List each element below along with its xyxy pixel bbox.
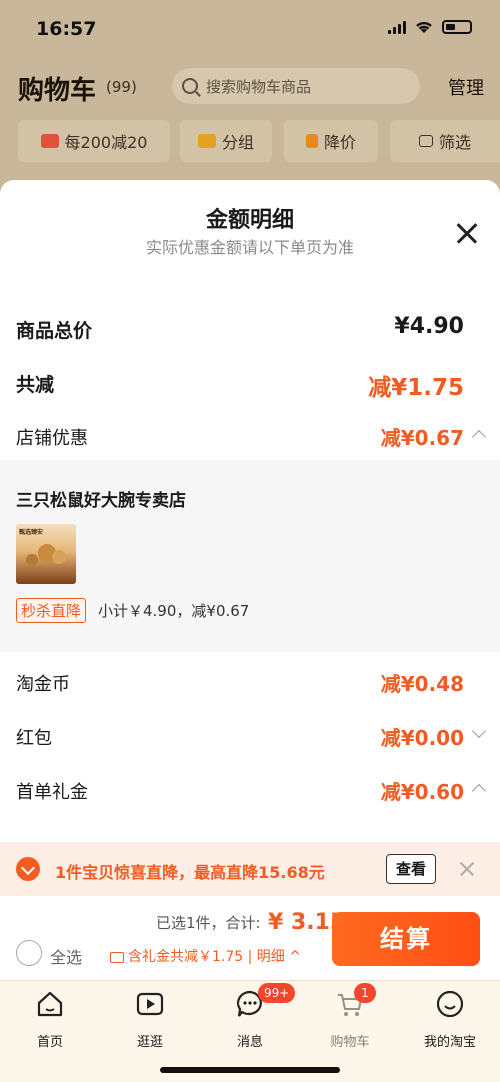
total-price-row: 商品总价 ¥4.90 <box>0 308 500 348</box>
select-all-radio[interactable] <box>16 940 42 966</box>
filter-chip-label: 每200减20 <box>64 133 148 152</box>
shop-discount-row[interactable]: 店铺优惠 减¥0.67 <box>0 416 500 456</box>
tab-messages[interactable]: 99+ 消息 <box>200 983 300 1050</box>
filter-chip-discount[interactable]: 每200减20 <box>18 120 170 162</box>
red-packet-label: 红包 <box>16 728 52 749</box>
amount-detail-sheet: 金额明细 实际优惠金额请以下单页为准 商品总价 ¥4.90 共减 减¥1.75 … <box>0 180 500 1082</box>
sheet-subtitle: 实际优惠金额请以下单页为准 <box>145 238 354 257</box>
product-thumbnail[interactable]: 甄选臻安 <box>16 524 76 584</box>
cart-header: 购物车 (99) 搜索购物车商品 管理 <box>0 62 500 112</box>
total-price-label: 商品总价 <box>16 320 93 342</box>
filter-chip-label: 筛选 <box>438 133 471 152</box>
total-price-value: ¥4.90 <box>394 314 464 339</box>
tab-home[interactable]: 首页 <box>0 989 100 1050</box>
filter-chip-label: 分组 <box>221 133 254 152</box>
total-discount-row: 共减 减¥1.75 <box>0 362 500 402</box>
tab-label: 逛逛 <box>136 1035 163 1050</box>
select-all-label[interactable]: 全选 <box>50 944 82 968</box>
tab-browse[interactable]: 逛逛 <box>100 989 200 1050</box>
chevron-up-icon <box>471 783 487 799</box>
filter-row: 每200减20 分组 降价 筛选 <box>0 120 500 164</box>
arrow-down-icon <box>305 134 318 148</box>
profile-icon <box>436 990 464 1018</box>
clock: 16:57 <box>36 18 97 40</box>
tab-label: 购物车 <box>330 1035 370 1050</box>
product-thumb-text: 甄选臻安 <box>19 529 44 536</box>
tab-label: 首页 <box>36 1035 63 1050</box>
total-discount-label: 共减 <box>16 374 55 396</box>
total-discount-value: 减¥1.75 <box>368 375 464 401</box>
signal-icon <box>388 20 406 34</box>
search-placeholder: 搜索购物车商品 <box>206 77 312 96</box>
first-order-gift-value: 减¥0.60 <box>380 780 464 804</box>
battery-icon <box>442 20 472 34</box>
shop-discount-value: 减¥0.67 <box>380 426 464 450</box>
filter-chip-filter[interactable]: 筛选 <box>390 120 500 162</box>
shop-discount-detail: 三只松鼠好大腕专卖店 甄选臻安 秒杀直降 小计￥4.90，减¥0.67 <box>0 460 500 652</box>
coins-label: 淘金币 <box>16 674 70 695</box>
view-button[interactable]: 查看 <box>386 854 436 884</box>
red-packet-row[interactable]: 红包 减¥0.00 <box>0 716 500 756</box>
chevron-up-icon <box>471 429 487 445</box>
play-icon <box>136 992 164 1016</box>
page-title: 购物车 <box>18 76 97 106</box>
notice-text: 1件宝贝惊喜直降，最高直降15.68元 <box>55 863 325 882</box>
selected-summary: 已选1件，合计: <box>156 914 261 932</box>
price-drop-icon <box>16 857 40 881</box>
shop-name: 三只松鼠好大腕专卖店 <box>16 491 186 511</box>
home-indicator <box>160 1067 340 1073</box>
checkout-bar: 全选 已选1件，合计: ¥ 3.15 含礼金共减￥1.75 | 明细 ^ 结算 <box>0 896 500 980</box>
coins-value: 减¥0.48 <box>380 672 464 696</box>
bottom-tabbar: 首页 逛逛 99+ 消息 1 购物车 我的淘宝 <box>0 980 500 1082</box>
gift-detail-text: 含礼金共减￥1.75 | 明细 ^ <box>128 949 301 965</box>
close-icon[interactable] <box>456 222 478 244</box>
first-order-gift-label: 首单礼金 <box>16 782 88 803</box>
checkout-button[interactable]: 结算 <box>332 912 480 966</box>
shop-discount-label: 店铺优惠 <box>16 428 88 449</box>
filter-chip-price-drop[interactable]: 降价 <box>284 120 378 162</box>
status-icons <box>388 20 472 34</box>
tab-my-taobao[interactable]: 我的淘宝 <box>400 989 500 1050</box>
cart-count: (99) <box>106 78 137 96</box>
gift-detail-link[interactable]: 含礼金共减￥1.75 | 明细 ^ <box>110 946 301 966</box>
shop-subtotal-text: 小计￥4.90，减¥0.67 <box>98 602 250 620</box>
wifi-icon <box>416 21 432 33</box>
close-icon[interactable] <box>460 862 474 876</box>
flash-sale-badge: 秒杀直降 <box>16 598 87 623</box>
folder-icon <box>197 134 216 148</box>
red-packet-value: 减¥0.00 <box>380 726 464 750</box>
search-icon <box>182 78 198 94</box>
price-drop-notice: 1件宝贝惊喜直降，最高直降15.68元 查看 <box>0 842 500 896</box>
background-overlay[interactable]: 16:57 购物车 (99) 搜索购物车商品 管理 每200减20 分组 降价 … <box>0 0 500 200</box>
funnel-icon <box>418 135 433 147</box>
chevron-down-icon <box>471 723 487 739</box>
home-icon <box>37 991 63 1017</box>
coins-row: 淘金币 减¥0.48 <box>0 662 500 702</box>
filter-chip-group[interactable]: 分组 <box>180 120 272 162</box>
message-badge: 99+ <box>258 983 296 1003</box>
tab-label: 我的淘宝 <box>423 1035 476 1050</box>
tab-label: 消息 <box>236 1035 263 1050</box>
ticket-icon <box>110 951 124 963</box>
filter-chip-label: 降价 <box>323 133 356 152</box>
manage-button[interactable]: 管理 <box>448 74 484 100</box>
tab-cart[interactable]: 1 购物车 <box>300 983 400 1050</box>
cart-badge: 1 <box>354 983 376 1003</box>
search-input[interactable]: 搜索购物车商品 <box>172 68 420 104</box>
first-order-gift-row[interactable]: 首单礼金 减¥0.60 <box>0 770 500 810</box>
sheet-title: 金额明细 <box>205 208 294 233</box>
shop-icon <box>40 134 59 148</box>
status-bar: 16:57 <box>0 0 500 60</box>
